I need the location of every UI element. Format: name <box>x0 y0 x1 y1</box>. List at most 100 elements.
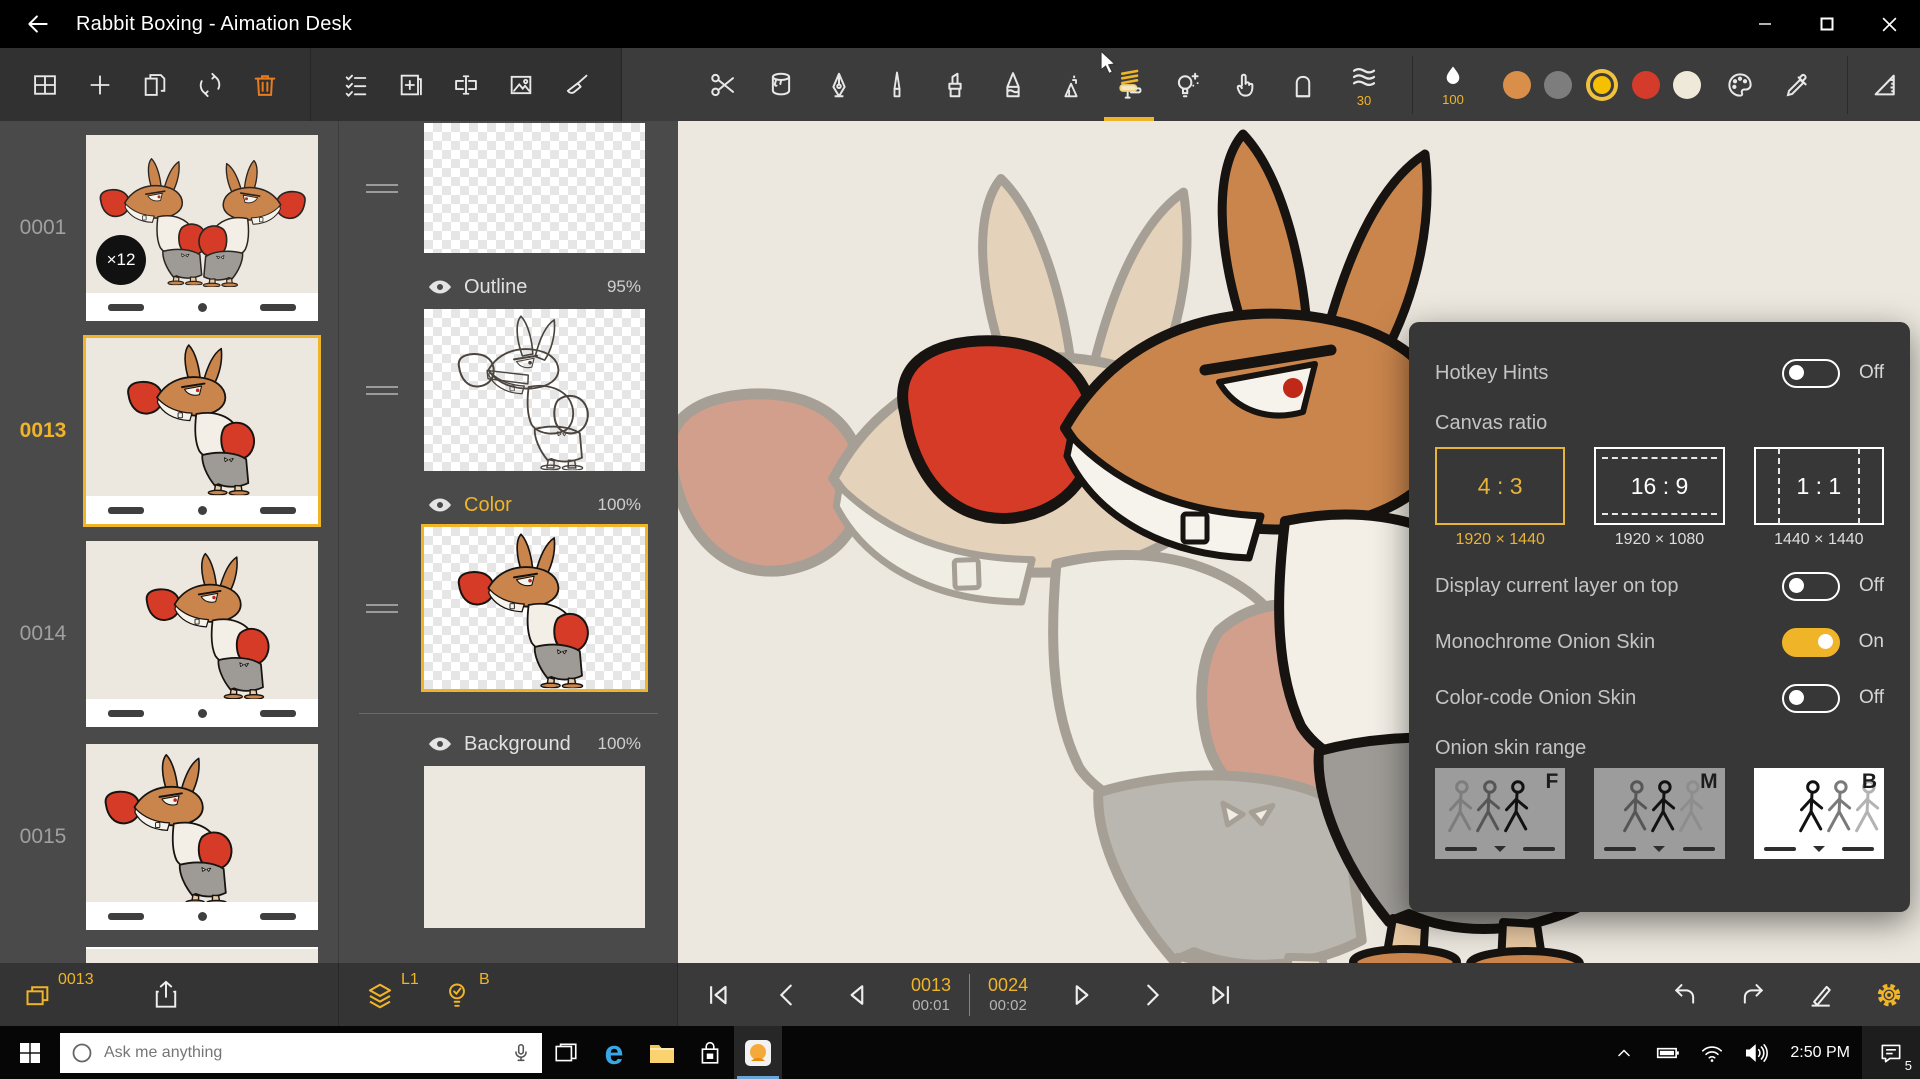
onion-range-backward-selected[interactable]: B <box>1754 768 1884 859</box>
layer-thumbnail-outline[interactable] <box>424 309 645 471</box>
color-swatches <box>1503 71 1701 99</box>
frame-thumbnail-partial[interactable] <box>86 947 318 963</box>
skip-to-end-button[interactable] <box>1205 972 1237 1018</box>
redo-button[interactable] <box>1738 972 1768 1018</box>
layer-drag-handle[interactable] <box>339 386 424 395</box>
layers-stack-icon[interactable] <box>365 981 395 1011</box>
play-reverse-button[interactable] <box>840 972 872 1018</box>
layer-drag-handle[interactable] <box>339 184 424 193</box>
chevron-right-icon <box>1137 980 1167 1010</box>
draw-mode-button[interactable] <box>1806 972 1836 1018</box>
aimation-desk-taskbar-button[interactable] <box>734 1026 782 1079</box>
ruler-icon <box>1870 70 1900 100</box>
edge-browser-button[interactable]: e <box>590 1026 638 1079</box>
lightbulb-tool[interactable] <box>1164 48 1210 121</box>
pencil-tool[interactable] <box>990 48 1036 121</box>
brush-size-control[interactable]: 30 <box>1338 62 1390 108</box>
palette-icon <box>1725 70 1755 100</box>
layer-checklist-button[interactable] <box>333 48 379 121</box>
eyedropper-button[interactable] <box>1775 48 1821 121</box>
store-button[interactable] <box>686 1026 734 1079</box>
import-image-button[interactable] <box>498 48 544 121</box>
layout-grid-button[interactable] <box>22 48 68 121</box>
taskbar-clock[interactable]: 2:50 PM <box>1778 1026 1862 1079</box>
duplicate-frame-button[interactable] <box>132 48 178 121</box>
undo-button[interactable] <box>1670 972 1700 1018</box>
eye-icon[interactable] <box>428 735 452 753</box>
cortana-search-box[interactable] <box>60 1033 542 1073</box>
layer-row-background <box>339 766 678 928</box>
swatch-yellow-selected[interactable] <box>1590 73 1614 97</box>
layer-caption-outline[interactable]: Outline 95% <box>424 265 645 309</box>
needle-pen-tool[interactable] <box>874 48 920 121</box>
bulb-check-icon[interactable] <box>443 981 471 1011</box>
hidden-icons-button[interactable] <box>1602 1026 1646 1079</box>
rename-button[interactable] <box>443 48 489 121</box>
frame-strip <box>86 496 318 524</box>
play-button[interactable] <box>1067 972 1099 1018</box>
eraser-tool[interactable] <box>1280 48 1326 121</box>
action-center-button[interactable]: 5 <box>1862 1026 1920 1079</box>
frame-thumbnail[interactable] <box>86 744 318 930</box>
onion-range-middle[interactable]: M <box>1594 768 1724 859</box>
loop-button[interactable] <box>187 48 233 121</box>
previous-frame-button[interactable] <box>771 972 803 1018</box>
layer-caption-background[interactable]: Background 100% <box>424 722 645 766</box>
smudge-finger-tool[interactable] <box>1222 48 1268 121</box>
settings-button[interactable] <box>1874 972 1904 1018</box>
ruler-button[interactable] <box>1862 48 1908 121</box>
swatch-gray[interactable] <box>1544 71 1572 99</box>
airbrush-tool[interactable] <box>1048 48 1094 121</box>
minimize-button[interactable] <box>1734 0 1796 48</box>
display-layer-top-toggle[interactable] <box>1782 572 1840 601</box>
volume-indicator[interactable] <box>1734 1026 1778 1079</box>
clean-brush-button[interactable] <box>553 48 599 121</box>
swatch-orange[interactable] <box>1503 71 1531 99</box>
hotkey-hints-toggle[interactable] <box>1782 359 1840 388</box>
layers-divider <box>359 713 658 714</box>
palette-button[interactable] <box>1717 48 1763 121</box>
scissors-icon <box>708 70 738 100</box>
scissors-tool[interactable] <box>700 48 746 121</box>
battery-indicator[interactable] <box>1646 1026 1690 1079</box>
opacity-control[interactable]: 100 <box>1427 63 1479 107</box>
marker-tool[interactable] <box>932 48 978 121</box>
layer-thumbnail-empty[interactable] <box>424 123 645 253</box>
color-code-onion-toggle[interactable] <box>1782 684 1840 713</box>
eye-icon[interactable] <box>428 278 452 296</box>
delete-frame-button[interactable] <box>242 48 288 121</box>
onion-range-forward[interactable]: F <box>1435 768 1565 859</box>
frame-thumbnail[interactable]: ×12 <box>86 135 318 321</box>
eye-icon[interactable] <box>428 496 452 514</box>
search-input[interactable] <box>104 1044 510 1062</box>
fountain-pen-tool[interactable] <box>816 48 862 121</box>
swatch-red[interactable] <box>1632 71 1660 99</box>
play-icon <box>1068 980 1098 1010</box>
frame-thumbnail-selected[interactable] <box>86 338 318 524</box>
swatch-cream[interactable] <box>1673 71 1701 99</box>
file-explorer-button[interactable] <box>638 1026 686 1079</box>
maximize-button[interactable] <box>1796 0 1858 48</box>
layer-thumbnail-background[interactable] <box>424 766 645 928</box>
new-layer-button[interactable] <box>388 48 434 121</box>
ratio-option-4-3[interactable]: 4 : 3 <box>1435 447 1565 525</box>
layer-drag-handle[interactable] <box>339 604 424 613</box>
layer-thumbnail-color-selected[interactable] <box>424 527 645 689</box>
start-button[interactable] <box>6 1026 54 1079</box>
task-view-button[interactable] <box>542 1026 590 1079</box>
letterbox-guides <box>1602 457 1716 515</box>
skip-to-start-button[interactable] <box>702 972 734 1018</box>
ratio-option-16-9[interactable]: 16 : 9 <box>1594 447 1724 525</box>
close-button[interactable] <box>1858 0 1920 48</box>
monochrome-onion-toggle[interactable] <box>1782 628 1840 657</box>
microphone-icon[interactable] <box>510 1042 532 1064</box>
add-frame-button[interactable] <box>77 48 123 121</box>
next-frame-button[interactable] <box>1136 972 1168 1018</box>
ratio-option-1-1[interactable]: 1 : 1 <box>1754 447 1884 525</box>
layer-caption-color[interactable]: Color 100% <box>424 483 645 527</box>
export-icon[interactable] <box>152 979 180 1009</box>
frame-thumbnail[interactable] <box>86 541 318 727</box>
network-indicator[interactable] <box>1690 1026 1734 1079</box>
back-button[interactable] <box>0 0 76 48</box>
paint-bucket-tool[interactable] <box>758 48 804 121</box>
